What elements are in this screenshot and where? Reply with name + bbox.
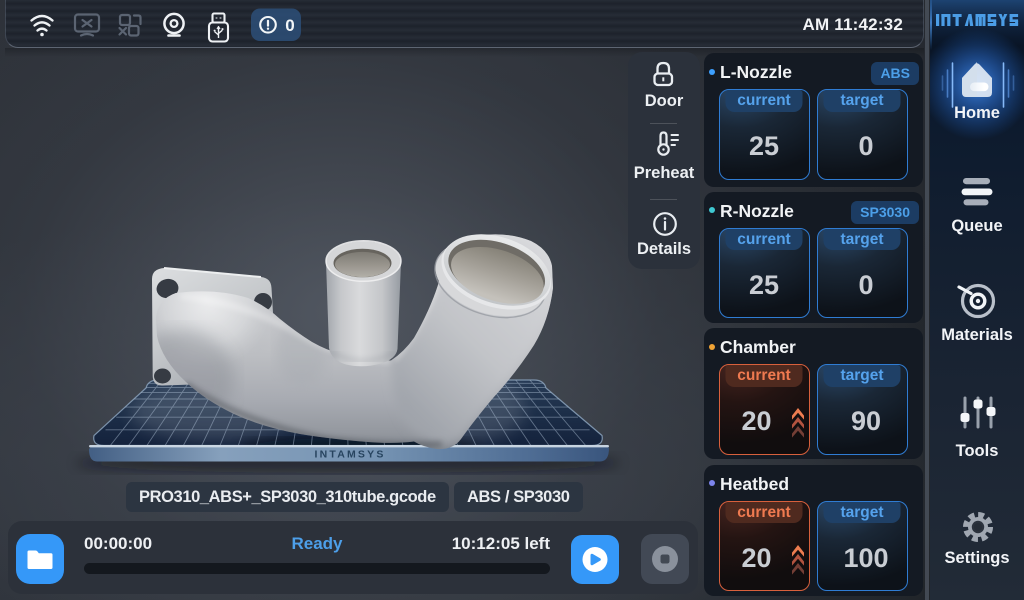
svg-text:0: 0 xyxy=(285,16,294,35)
svg-text:INTAMSYS: INTAMSYS xyxy=(314,449,385,461)
